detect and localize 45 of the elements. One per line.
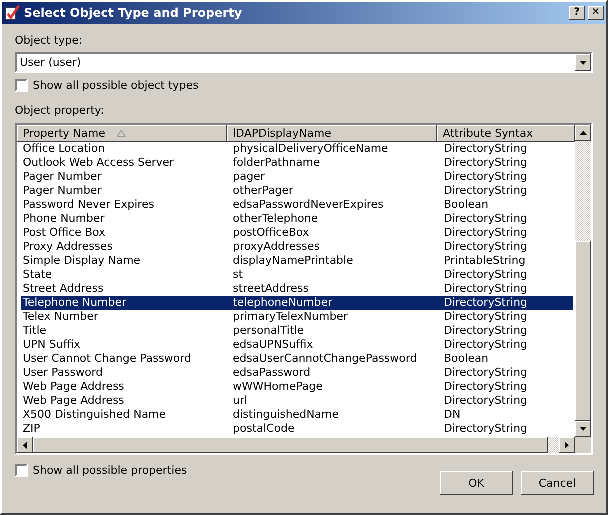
table-row[interactable]: UPN Suffix edsaUPNSuffix DirectoryString: [21, 338, 573, 352]
down-arrow-icon: [580, 427, 586, 431]
table-row[interactable]: Proxy Addresses proxyAddresses DirectoryString: [21, 240, 573, 254]
table-row[interactable]: Street Address streetAddress DirectoryString: [21, 282, 573, 296]
checkbox[interactable]: [15, 464, 28, 477]
table-row[interactable]: Title personalTitle DirectoryString: [21, 324, 573, 338]
table-row[interactable]: Password Never Expires edsaPasswordNeverExpires Boolean: [21, 198, 573, 212]
object-property-label: Object property:: [15, 104, 106, 118]
table-row[interactable]: ZIP postalCode DirectoryString: [21, 422, 573, 436]
left-arrow-icon: [23, 442, 27, 448]
selected-row[interactable]: Telephone Number telephoneNumber DirectoryString: [21, 296, 573, 310]
dropdown-arrow-icon: [580, 60, 586, 64]
scrollbar-corner: [575, 437, 591, 453]
table-row[interactable]: State st DirectoryString: [21, 268, 573, 282]
scroll-thumb[interactable]: [575, 241, 591, 421]
table-row[interactable]: Phone Number otherTelephone DirectoryString: [21, 212, 573, 226]
right-arrow-icon: [565, 442, 569, 448]
scroll-track[interactable]: [548, 437, 559, 453]
column-header[interactable]: Property Name: [17, 125, 227, 142]
close-button[interactable]: ✕: [588, 6, 604, 20]
object-type-dropdown[interactable]: User (user): [15, 52, 593, 73]
object-type-label: Object type:: [15, 34, 84, 48]
checkbox[interactable]: [15, 79, 28, 92]
cancel-button[interactable]: Cancel: [521, 471, 594, 495]
table-row[interactable]: User Cannot Change Password edsaUserCannotChangePassword Boolean: [21, 352, 573, 366]
ok-button[interactable]: OK: [440, 471, 513, 495]
column-header[interactable]: Attribute Syntax: [437, 125, 575, 142]
up-arrow-icon: [580, 131, 586, 135]
table-row[interactable]: User Password edsaPassword DirectoryString: [21, 366, 573, 380]
sort-arrow-icon: [117, 130, 126, 137]
table-row[interactable]: Post Office Box postOfficeBox DirectoryString: [21, 226, 573, 240]
table-row[interactable]: Pager Number pager DirectoryString: [21, 170, 573, 184]
window-title: Select Object Type and Property: [24, 6, 244, 20]
table-row[interactable]: Web Page Address url DirectoryString: [21, 394, 573, 408]
table-row[interactable]: Office Location physicalDeliveryOfficeName DirectoryString: [21, 142, 573, 156]
table-row[interactable]: X500 Distinguished Name distinguishedName DN: [21, 408, 573, 422]
table-row[interactable]: Pager Number otherPager DirectoryString: [21, 184, 573, 198]
checkbox-label: Show all possible properties: [33, 464, 188, 477]
column-header[interactable]: lDAPDisplayName: [227, 125, 437, 142]
table-row[interactable]: Telex Number primaryTelexNumber DirectoryString: [21, 310, 573, 324]
checkbox-label: Show all possible object types: [33, 79, 199, 92]
help-button[interactable]: ?: [569, 6, 585, 20]
table-row[interactable]: Web Page Address wWWHomePage DirectoryString: [21, 380, 573, 394]
table-row[interactable]: Outlook Web Access Server folderPathname DirectoryString: [21, 156, 573, 170]
table-row[interactable]: Simple Display Name displayNamePrintable PrintableString: [21, 254, 573, 268]
